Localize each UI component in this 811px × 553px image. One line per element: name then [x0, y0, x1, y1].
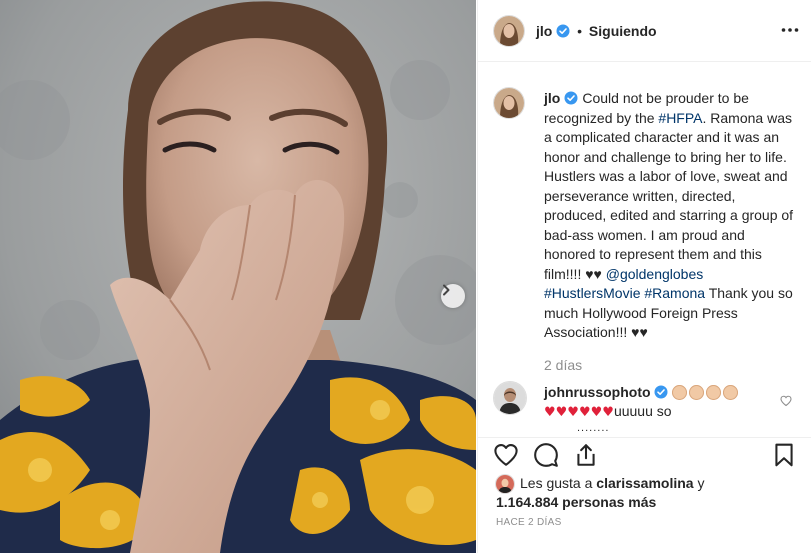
commenter-username[interactable]: johnrusso­photo: [544, 384, 740, 400]
post-timestamp[interactable]: HACE 2 DÍAS: [496, 517, 562, 528]
likes-count-button[interactable]: 1.164.884 personas más: [496, 493, 656, 512]
clap-emoji-icon: [723, 385, 739, 400]
hashtag-link[interactable]: #Ramona: [644, 285, 705, 301]
commenter-avatar[interactable]: [494, 382, 526, 414]
more-options-button[interactable]: [781, 21, 799, 44]
save-button[interactable]: [771, 442, 797, 473]
avatar-image: [496, 475, 514, 493]
comment-item: johnrusso­photo ♥♥♥♥♥♥uuuuu so ........: [494, 382, 804, 437]
comments-section[interactable]: jlo Could not be prouder to be recognize…: [478, 62, 811, 437]
avatar-image: [494, 88, 524, 118]
speech-bubble-icon: [534, 443, 558, 467]
more-horizontal-icon: [781, 28, 799, 32]
caption-username[interactable]: jlo: [544, 90, 560, 106]
post-caption: jlo Could not be prouder to be recognize…: [544, 89, 800, 343]
liked-by-line: Les gusta a clarissamolina y: [520, 474, 704, 493]
bookmark-icon: [775, 443, 793, 467]
verified-badge-icon: [556, 24, 570, 38]
liker-username[interactable]: clarissamolina: [596, 475, 693, 491]
liker-avatar[interactable]: [496, 475, 514, 493]
comment-text: ♥♥♥♥♥♥uuuuu so: [544, 402, 672, 422]
mention-link[interactable]: @goldenglobes: [606, 266, 704, 282]
like-button[interactable]: [493, 442, 519, 473]
caption-author-avatar[interactable]: [494, 88, 524, 118]
clap-emoji-icon: [689, 385, 705, 400]
verified-badge-icon: [654, 385, 668, 399]
post-actions-bar: [478, 437, 811, 477]
comment-button[interactable]: [533, 442, 559, 473]
clap-emoji-icon: [706, 385, 722, 400]
heart-emoji-icon: ♥♥♥♥♥♥: [544, 405, 614, 420]
likes-prefix: Les gusta a: [520, 475, 597, 491]
comment-like-button[interactable]: [780, 394, 792, 412]
author-username[interactable]: jlo: [536, 23, 552, 39]
avatar-image: [494, 16, 524, 46]
likes-connector: y: [693, 475, 705, 491]
separator-dot: •: [577, 23, 583, 39]
caption-time-ago[interactable]: 2 días: [544, 357, 582, 373]
post-media-video[interactable]: [0, 0, 476, 553]
commenter-username-text: johnrusso­photo: [544, 384, 651, 400]
post-header: jlo • Siguiendo: [478, 0, 811, 62]
comment-more-indicator: ........: [577, 422, 610, 434]
avatar-image: [494, 382, 526, 414]
author-row: jlo • Siguiendo: [536, 23, 657, 39]
hashtag-link[interactable]: #HustlersMovie: [544, 285, 640, 301]
media-next-button[interactable]: [441, 284, 465, 308]
clap-emoji-icon: [672, 385, 688, 400]
post-side-panel: jlo • Siguiendo jlo Could not be prouder…: [477, 0, 811, 553]
heart-outline-icon: [494, 444, 518, 466]
author-avatar[interactable]: [494, 16, 524, 46]
chevron-right-icon: [443, 284, 450, 296]
share-button[interactable]: [573, 442, 599, 473]
hashtag-link[interactable]: #HFPA: [658, 110, 702, 126]
video-frame-image: [0, 0, 476, 553]
following-button[interactable]: Siguiendo: [589, 23, 657, 39]
share-icon: [577, 444, 595, 466]
comment-text-tail: uuuuu so: [613, 403, 672, 419]
heart-outline-icon: [780, 395, 792, 407]
caption-text-2: . Ramona was a complicated character and…: [544, 109, 794, 282]
verified-badge-icon: [564, 91, 578, 105]
